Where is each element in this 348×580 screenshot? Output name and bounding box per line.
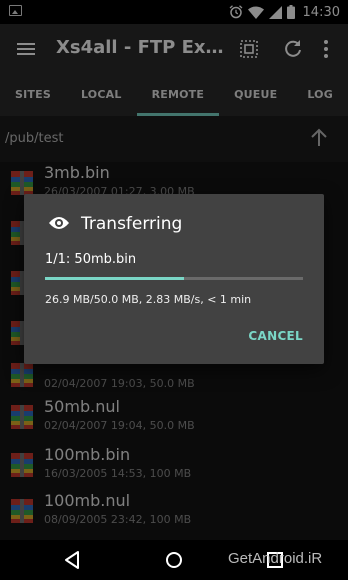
transfer-stats: 26.9 MB/50.0 MB, 2.83 MB/s, < 1 min <box>45 293 252 306</box>
eye-icon <box>49 217 69 229</box>
progress-fill <box>45 277 185 280</box>
transfer-file-label: 1/1: 50mb.bin <box>45 252 137 267</box>
navigation-bar: GetAndroid.iR <box>0 540 348 580</box>
cancel-button[interactable]: CANCEL <box>248 329 303 343</box>
home-icon[interactable] <box>162 548 186 572</box>
dialog-title: Transferring <box>81 214 183 234</box>
transfer-dialog: Transferring 1/1: 50mb.bin 26.9 MB/50.0 … <box>24 194 324 364</box>
watermark: GetAndroid.iR <box>228 550 323 567</box>
phone-screen: 14:30 Xs4all - FTP Express SITES LOCAL R… <box>0 0 348 580</box>
back-icon[interactable] <box>60 548 84 572</box>
progress-bar <box>45 277 303 280</box>
